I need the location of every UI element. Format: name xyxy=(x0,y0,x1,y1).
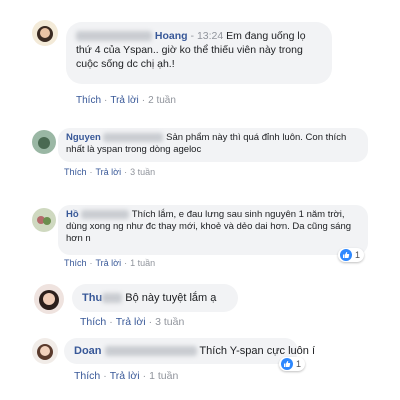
like-link[interactable]: Thích xyxy=(76,95,101,106)
like-link[interactable]: Thích xyxy=(64,167,87,177)
reply-link[interactable]: Trả lời xyxy=(116,316,146,328)
author-name[interactable]: Hồ xyxy=(66,209,79,220)
comment-age[interactable]: 3 tuần xyxy=(155,316,184,328)
comment-bubble: Doan Thích Y-span cực luôn í xyxy=(64,338,315,364)
reply-link[interactable]: Trả lời xyxy=(110,95,138,106)
reaction-number: 1 xyxy=(355,250,361,260)
reaction-number: 1 xyxy=(296,359,302,369)
like-icon xyxy=(281,358,293,370)
avatar[interactable] xyxy=(34,284,64,314)
comment-bubble: Hoang - 13:24 Em đang uống lọ thứ 4 của … xyxy=(66,22,332,84)
comment-time: - 13:24 xyxy=(190,30,224,42)
comment-actions: Thích · Trả lời · 3 tuần xyxy=(64,167,156,177)
author-name[interactable]: Hoang xyxy=(155,30,188,42)
like-link[interactable]: Thích xyxy=(74,370,100,382)
comment-age[interactable]: 3 tuần xyxy=(130,167,155,177)
author-name[interactable]: Doan xyxy=(74,345,102,357)
like-icon xyxy=(340,249,352,261)
reply-link[interactable]: Trả lời xyxy=(96,258,122,268)
comment-age[interactable]: 1 tuần xyxy=(149,370,178,382)
reaction-count[interactable]: 1 xyxy=(338,248,365,262)
like-link[interactable]: Thích xyxy=(64,258,87,268)
comment-actions: Thích · Trả lời · 2 tuần xyxy=(76,95,176,106)
comment-actions: Thích · Trả lời · 1 tuần xyxy=(74,370,179,382)
author-name[interactable]: Thu xyxy=(82,292,102,304)
comment-actions: Thích · Trả lời · 1 tuần xyxy=(64,258,156,268)
name-redaction xyxy=(102,293,123,304)
comment-bubble: Thu Bộ này tuyệt lắm ạ xyxy=(72,284,238,312)
comment-age[interactable]: 2 tuần xyxy=(148,95,176,106)
comment-age[interactable]: 1 tuần xyxy=(130,258,155,268)
reply-link[interactable]: Trả lời xyxy=(96,167,122,177)
comment-bubble: Hồ Thích lắm, e đau lưng sau sinh nguyên… xyxy=(58,205,368,255)
author-name[interactable]: Nguyen xyxy=(66,132,101,143)
like-link[interactable]: Thích xyxy=(80,316,106,328)
name-redaction xyxy=(76,31,152,42)
name-redaction xyxy=(81,209,130,219)
comment-bubble: Nguyen Sản phẩm này thì quá đỉnh luôn. C… xyxy=(58,128,368,162)
reply-link[interactable]: Trả lời xyxy=(110,370,140,382)
reaction-count[interactable]: 1 xyxy=(279,357,306,371)
avatar[interactable] xyxy=(32,338,58,364)
comment-text: Bộ này tuyệt lắm ạ xyxy=(125,292,217,304)
avatar[interactable] xyxy=(32,20,58,46)
name-redaction xyxy=(104,346,197,357)
avatar[interactable] xyxy=(32,208,56,232)
name-redaction xyxy=(103,132,164,142)
comment-actions: Thích · Trả lời · 3 tuần xyxy=(80,316,185,328)
comment-text: Thích Y-span cực luôn í xyxy=(199,345,316,357)
avatar[interactable] xyxy=(32,130,56,154)
